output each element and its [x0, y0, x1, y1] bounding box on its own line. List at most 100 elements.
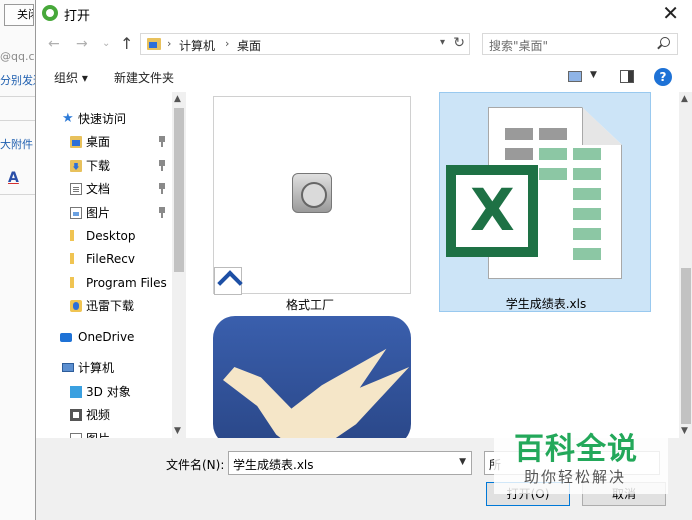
search-input[interactable]: 搜索"桌面"	[482, 33, 678, 55]
breadcrumb-desktop[interactable]: 桌面	[237, 37, 261, 54]
search-icon[interactable]	[660, 37, 670, 47]
folder-icon	[70, 277, 74, 288]
pin-icon[interactable]	[158, 136, 166, 147]
file-view: 格式工厂 X 学生成绩表.xls	[201, 92, 679, 438]
nav-item-desktop-folder[interactable]: Desktop	[36, 225, 186, 247]
onedrive-icon	[60, 333, 72, 342]
watermark: 百科全说 助你轻松解决	[494, 420, 668, 494]
excel-file-icon: X	[446, 165, 538, 257]
nav-item-program-files[interactable]: Program Files	[36, 272, 186, 294]
watermark-title: 百科全说	[514, 432, 638, 467]
nav-item-label: Desktop	[86, 229, 136, 243]
view-options-dropdown-icon[interactable]: ▼	[590, 70, 597, 80]
breadcrumb-chevron-icon[interactable]: ›	[167, 37, 171, 50]
sheet-cell	[573, 228, 601, 240]
sheet-header-cell	[539, 128, 567, 140]
picture-icon	[70, 207, 82, 219]
preview-pane-icon[interactable]	[620, 70, 634, 83]
breadcrumb-computer[interactable]: 计算机	[179, 37, 215, 54]
address-dropdown-icon[interactable]: ▾	[440, 37, 445, 48]
nav-item-videos[interactable]: 视频	[36, 404, 186, 426]
filename-value: 学生成绩表.xls	[233, 458, 314, 472]
nav-item-label: 下载	[86, 159, 111, 173]
background-email-app: 关闭 @qq.c 分别发送 大附件 A	[0, 0, 36, 520]
dialog-titlebar: 打开 ✕	[36, 0, 692, 28]
shortcut-arrow-icon	[214, 267, 242, 295]
download-folder-icon	[70, 160, 82, 172]
sheet-cell	[573, 168, 601, 180]
scrollbar-thumb[interactable]	[681, 268, 691, 424]
nav-item-label: 计算机	[78, 361, 115, 375]
desktop-folder-icon	[70, 136, 82, 148]
watermark-subtitle: 助你轻松解决	[524, 468, 627, 486]
filename-dropdown-icon[interactable]: ▼	[459, 457, 466, 467]
nav-item-label: 桌面	[86, 135, 111, 149]
sheet-cell	[573, 208, 601, 220]
background-text-attachment[interactable]: 大附件	[0, 134, 36, 156]
nav-item-filerecv[interactable]: FileRecv	[36, 248, 186, 270]
nav-item-pictures-2[interactable]: 图片	[36, 428, 186, 438]
filename-input[interactable]: 学生成绩表.xls ▼	[228, 451, 472, 475]
nav-item-desktop[interactable]: 桌面	[36, 131, 186, 153]
background-divider	[0, 120, 36, 121]
format-factory-icon	[292, 173, 332, 213]
scroll-up-icon[interactable]: ▲	[681, 94, 688, 104]
nav-item-label: 3D 对象	[86, 385, 131, 399]
excel-badge-inner: X	[456, 175, 528, 247]
nav-item-label: FileRecv	[86, 252, 135, 266]
recent-locations-icon[interactable]: ⌄	[102, 38, 110, 49]
file-tile-thunder[interactable]	[213, 316, 411, 438]
file-tile-excel-selected[interactable]: X 学生成绩表.xls	[439, 92, 651, 312]
scroll-down-icon[interactable]: ▼	[681, 426, 688, 436]
3d-objects-icon	[70, 386, 82, 398]
back-arrow-icon[interactable]: ←	[48, 36, 60, 52]
scroll-up-icon[interactable]: ▲	[174, 94, 181, 104]
file-view-scrollbar[interactable]: ▲ ▼	[679, 92, 692, 438]
forward-arrow-icon[interactable]: →	[76, 36, 88, 52]
file-tile-format-factory[interactable]	[213, 96, 411, 295]
nav-item-quick-access[interactable]: ★ 快速访问	[36, 108, 186, 130]
nav-item-computer[interactable]: 计算机	[36, 357, 186, 379]
file-name-label[interactable]: 格式工厂	[211, 296, 409, 313]
address-bar[interactable]: › 计算机 › 桌面 ▾ ↻	[140, 33, 470, 55]
breadcrumb-chevron-icon[interactable]: ›	[225, 37, 229, 50]
thunder-bird-icon	[223, 348, 410, 438]
command-toolbar: 组织 ▾ 新建文件夹 ▼ ?	[36, 62, 692, 92]
change-view-icon[interactable]	[568, 71, 582, 82]
scrollbar-thumb[interactable]	[174, 108, 184, 272]
nav-item-documents[interactable]: 文档	[36, 178, 186, 200]
nav-item-pictures[interactable]: 图片	[36, 202, 186, 224]
nav-item-downloads[interactable]: 下载	[36, 155, 186, 177]
new-folder-button[interactable]: 新建文件夹	[114, 69, 174, 86]
background-close-button[interactable]: 关闭	[4, 4, 34, 26]
sheet-cell	[573, 148, 601, 160]
nav-item-label: 图片	[86, 206, 111, 220]
nav-item-thunder-downloads[interactable]: 迅雷下载	[36, 295, 186, 317]
nav-item-onedrive[interactable]: OneDrive	[36, 326, 186, 348]
pin-icon[interactable]	[158, 183, 166, 194]
help-icon[interactable]: ?	[654, 68, 672, 86]
folder-icon	[70, 253, 74, 264]
computer-icon	[62, 363, 74, 372]
screen: 关闭 @qq.c 分别发送 大附件 A 打开 ✕ ← → ⌄ ↑ › 计算机 ›…	[0, 0, 692, 520]
desktop-location-icon	[147, 38, 161, 50]
nav-item-3d-objects[interactable]: 3D 对象	[36, 381, 186, 403]
navigation-bar: ← → ⌄ ↑ › 计算机 › 桌面 ▾ ↻ 搜索"桌面"	[36, 28, 692, 62]
pin-icon[interactable]	[158, 207, 166, 218]
navigation-scrollbar[interactable]: ▲ ▼	[172, 92, 186, 438]
pin-icon[interactable]	[158, 160, 166, 171]
video-icon	[70, 409, 82, 421]
nav-item-label: OneDrive	[78, 330, 135, 344]
organize-button[interactable]: 组织 ▾	[54, 69, 88, 86]
font-color-icon[interactable]: A	[8, 170, 19, 186]
app-logo-icon	[42, 5, 58, 21]
background-text-send[interactable]: 分别发送	[0, 70, 36, 92]
refresh-icon[interactable]: ↻	[453, 35, 465, 51]
sheet-header-cell	[505, 148, 533, 160]
close-icon[interactable]: ✕	[662, 2, 679, 24]
scroll-down-icon[interactable]: ▼	[174, 426, 181, 436]
up-arrow-icon[interactable]: ↑	[120, 34, 133, 53]
page-fold-icon	[582, 107, 622, 145]
sheet-cell	[573, 188, 601, 200]
folder-icon	[70, 230, 74, 241]
